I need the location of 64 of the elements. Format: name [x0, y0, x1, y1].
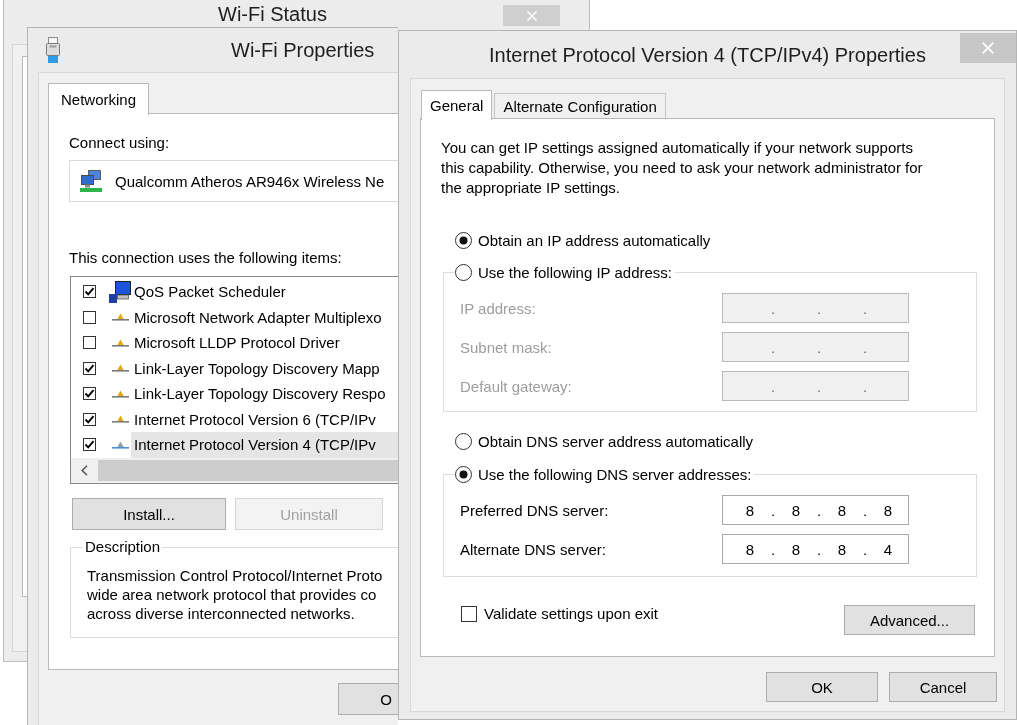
radio-option[interactable]: Use the following DNS server addresses: [455, 464, 752, 484]
list-item[interactable]: Microsoft Network Adapter Multiplexo [131, 304, 398, 330]
list-item[interactable]: Link-Layer Topology Discovery Respo [131, 381, 398, 407]
checkbox[interactable] [83, 387, 96, 401]
field-label: Subnet mask: [459, 338, 553, 356]
scroll-left-icon [81, 465, 88, 476]
radio-button[interactable] [455, 465, 472, 483]
ip-address-field[interactable]: . . . [722, 332, 909, 362]
ok-button[interactable]: O [338, 683, 398, 715]
radio-option[interactable]: Use the following IP address: [455, 262, 672, 282]
network-protocol-icon [111, 338, 129, 347]
window-title: Wi-Fi Properties [231, 38, 375, 62]
checkbox[interactable] [83, 310, 96, 324]
scrollbar-thumb[interactable] [98, 460, 398, 481]
radio-button[interactable] [455, 432, 472, 450]
network-computers-icon [80, 169, 102, 193]
close-icon [982, 42, 994, 54]
intro-text: You can get IP settings assigned automatically if your network supports this capability. Otherwise, you need to ask your network administrator for the appropriate IP settings. [441, 138, 924, 198]
checkbox[interactable] [83, 285, 96, 299]
network-protocol-icon [111, 415, 129, 424]
network-protocol-icon [111, 389, 129, 398]
ip-address-field[interactable]: 8 . 8 . 8 . 8 [722, 495, 909, 525]
list-item[interactable]: Microsoft LLDP Protocol Driver [131, 330, 398, 356]
field-label: Default gateway: [459, 377, 573, 395]
list-item[interactable]: Internet Protocol Version 6 (TCP/IPv [131, 406, 398, 432]
network-protocol-icon [111, 364, 129, 373]
radio-button[interactable] [455, 263, 472, 281]
description-text: Transmission Control Protocol/Internet Proto wide area network protocol that provides co across diverse interconnected networks. [87, 566, 384, 623]
checkbox[interactable] [83, 336, 96, 350]
advanced-button[interactable]: Advanced... [844, 605, 975, 635]
window-title: Wi-Fi Status [218, 3, 327, 25]
items-list-label: This connection uses the following items: [69, 248, 343, 268]
dialog-button[interactable]: Install... [72, 498, 226, 530]
checkbox-option[interactable]: Validate settings upon exit [461, 605, 658, 622]
ip-address-field[interactable]: . . . [722, 371, 909, 401]
radio-option[interactable]: Obtain an IP address automatically [455, 230, 711, 250]
dialog-button[interactable]: OK [766, 672, 878, 702]
network-protocol-icon [111, 440, 129, 449]
field-label: IP address: [459, 299, 537, 317]
tab[interactable]: Networking [48, 83, 150, 115]
checkbox[interactable] [83, 361, 96, 375]
computer-icon [109, 280, 131, 303]
field-label: Alternate DNS server: [459, 540, 607, 558]
network-protocol-icon [111, 313, 129, 322]
field-label: Preferred DNS server: [459, 501, 610, 519]
radio-button[interactable] [455, 231, 472, 249]
usb-dongle-icon [45, 37, 61, 63]
tab[interactable]: General [421, 90, 493, 120]
window-title: Internet Protocol Version 4 (TCP/IPv4) Properties [489, 42, 926, 67]
checkbox[interactable] [83, 412, 96, 426]
list-item[interactable]: Link-Layer Topology Discovery Mapp [131, 355, 398, 381]
dialog-button[interactable]: Cancel [889, 672, 997, 702]
adapter-name: Qualcomm Atheros AR946x Wireless Ne [115, 172, 385, 190]
checkbox[interactable] [83, 438, 96, 452]
checkbox[interactable] [461, 605, 477, 622]
ip-address-field[interactable]: . . . [722, 293, 909, 323]
ip-address-field[interactable]: 8 . 8 . 8 . 4 [722, 534, 909, 564]
list-item[interactable]: QoS Packet Scheduler [131, 279, 398, 305]
radio-option[interactable]: Obtain DNS server address automatically [455, 431, 754, 451]
tab[interactable]: Alternate Configuration [494, 93, 666, 118]
connect-using-label: Connect using: [69, 133, 171, 153]
close-icon [526, 10, 537, 21]
group-title: Description [84, 537, 162, 557]
list-item[interactable]: Internet Protocol Version 4 (TCP/IPv [131, 432, 398, 458]
